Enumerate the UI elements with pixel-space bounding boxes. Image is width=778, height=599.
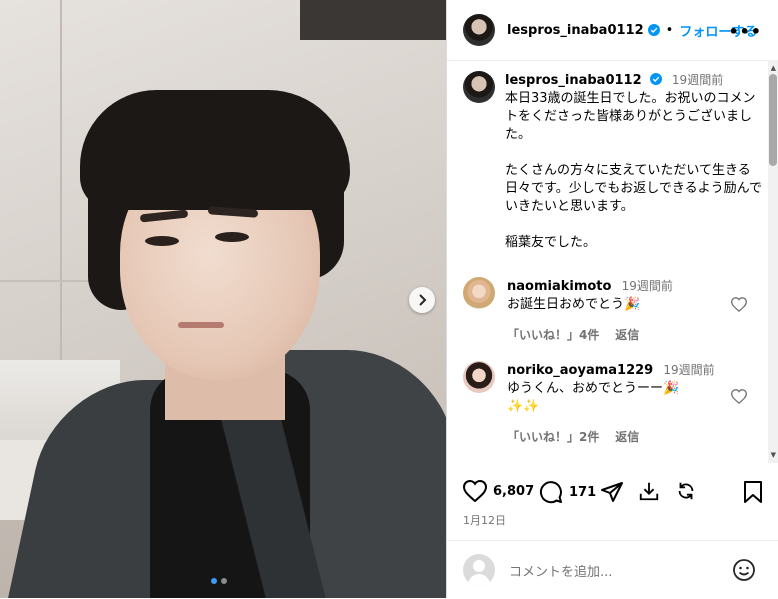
post-photo[interactable] — [0, 0, 446, 598]
avatar[interactable] — [463, 14, 495, 46]
comment-icon[interactable] — [539, 480, 563, 504]
carousel-indicator — [211, 578, 227, 584]
emoji-icon[interactable] — [732, 558, 756, 582]
post-date[interactable]: 1月12日 — [463, 512, 506, 528]
post-side-panel: lespros_inaba0112 • フォローする ••• lespros_i… — [446, 0, 778, 598]
eye — [215, 232, 249, 242]
comment-timestamp[interactable]: 19週間前 — [663, 363, 714, 377]
caption-timestamp[interactable]: 19週間前 — [672, 73, 723, 87]
post-header: lespros_inaba0112 • フォローする ••• — [447, 0, 778, 61]
share-action[interactable] — [600, 480, 624, 504]
save-action[interactable] — [743, 480, 763, 504]
post-caption: lespros_inaba0112 19週間前 本日33歳の誕生日でした。お祝い… — [463, 71, 763, 252]
comments-scroll-area[interactable]: lespros_inaba0112 19週間前 本日33歳の誕生日でした。お祝い… — [447, 61, 778, 463]
comment-count[interactable]: 171 — [569, 485, 596, 500]
comment-action[interactable]: 171 — [539, 480, 596, 504]
scroll-up-arrow-icon[interactable]: ▲ — [771, 64, 776, 72]
like-count[interactable]: 6,807 — [493, 484, 534, 499]
like-action[interactable]: 6,807 — [463, 480, 534, 502]
comment-text: お誕生日おめでとう🎉 — [507, 297, 641, 312]
carousel-dot-active — [211, 578, 217, 584]
reply-button[interactable]: 返信 — [615, 430, 639, 444]
comment-timestamp[interactable]: 19週間前 — [622, 279, 673, 293]
wall-seam — [60, 0, 62, 360]
verified-badge-icon — [649, 73, 662, 85]
scroll-down-arrow-icon[interactable]: ▼ — [771, 451, 776, 459]
avatar[interactable] — [463, 361, 495, 393]
bookmark-icon[interactable] — [743, 480, 763, 504]
current-user-avatar — [463, 554, 495, 586]
mouth — [178, 322, 224, 328]
chevron-right-icon — [419, 294, 427, 306]
carousel-dot — [221, 578, 227, 584]
scrollbar-thumb[interactable] — [769, 74, 777, 166]
reply-button[interactable]: 返信 — [615, 328, 639, 342]
header-separator: • — [665, 22, 674, 38]
repost-action[interactable] — [675, 480, 697, 502]
post-actions-bar: 6,807 171 — [447, 470, 778, 510]
share-icon[interactable] — [600, 480, 624, 504]
avatar[interactable] — [463, 71, 495, 103]
caption-text: 本日33歳の誕生日でした。お祝いのコメントをくださった皆様ありがとうございました… — [505, 91, 763, 250]
caption-username[interactable]: lespros_inaba0112 — [505, 73, 642, 88]
comment-item: naomiakimoto 19週間前 お誕生日おめでとう🎉 「いいね！」4件 返… — [463, 277, 763, 343]
comment-like-count[interactable]: 「いいね！」2件 — [507, 430, 599, 444]
carousel-next-button[interactable] — [409, 287, 435, 313]
comment-text: ゆうくん、おめでとうーー🎉 ✨✨ — [507, 381, 680, 414]
heart-icon[interactable] — [731, 297, 747, 312]
hair — [80, 90, 350, 210]
more-options-icon[interactable]: ••• — [728, 22, 762, 41]
comment-item: noriko_aoyama1229 19週間前 ゆうくん、おめでとうーー🎉 ✨✨… — [463, 361, 763, 445]
ceiling-shadow — [300, 0, 446, 40]
comment-like-count[interactable]: 「いいね！」4件 — [507, 328, 599, 342]
comment-input[interactable]: コメントを追加... — [509, 561, 732, 580]
download-action[interactable] — [638, 480, 660, 502]
author-username[interactable]: lespros_inaba0112 — [507, 23, 644, 38]
heart-icon[interactable] — [463, 480, 487, 502]
eye — [145, 236, 179, 246]
add-comment-bar: コメントを追加... — [447, 540, 778, 599]
download-icon[interactable] — [638, 480, 660, 502]
verified-badge-icon — [647, 24, 660, 36]
heart-icon[interactable] — [731, 389, 747, 404]
comment-username[interactable]: naomiakimoto — [507, 279, 611, 294]
comment-username[interactable]: noriko_aoyama1229 — [507, 363, 653, 378]
avatar[interactable] — [463, 277, 495, 309]
repost-icon[interactable] — [675, 480, 697, 502]
